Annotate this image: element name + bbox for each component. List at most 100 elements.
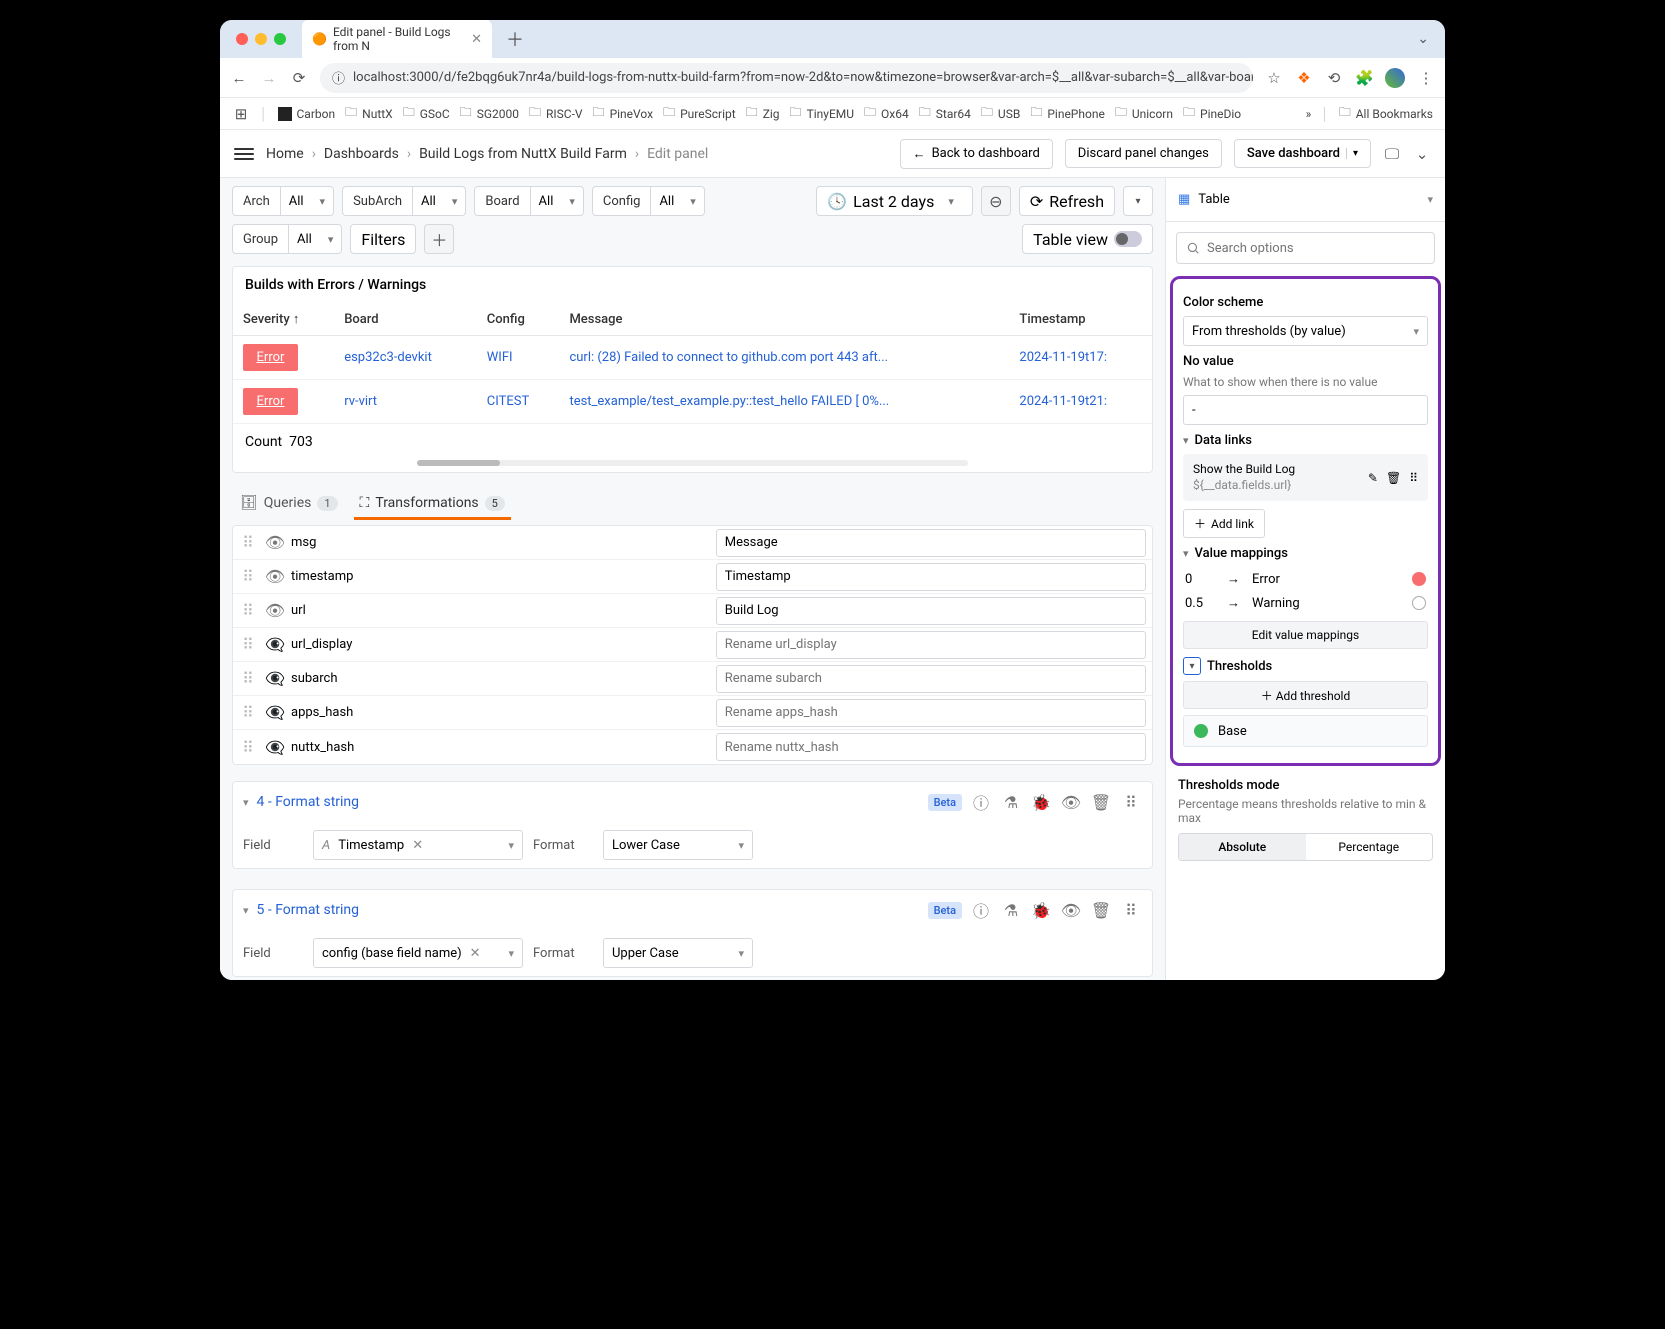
transform-title[interactable]: 4 - Format string [257,794,920,810]
star-icon[interactable]: ☆ [1265,69,1283,87]
add-link-button[interactable]: ＋ Add link [1183,509,1265,538]
drag-handle-icon[interactable]: ⠿ [233,635,263,654]
threshold-base[interactable]: Base [1183,715,1428,747]
tab-queries[interactable]: 🗄Queries1 [238,487,340,519]
search-options-input[interactable] [1176,232,1435,264]
back-to-dashboard-button[interactable]: ← Back to dashboard [900,139,1053,169]
field-select[interactable]: ATimestamp✕▾ [313,830,523,860]
cell-board[interactable]: rv-virt [344,394,377,409]
tab-list-button[interactable]: ⌄ [1409,31,1437,47]
reload-icon[interactable]: ⟳ [290,69,308,87]
all-bookmarks[interactable]: 🗀 All Bookmarks [1339,103,1433,124]
col-severity[interactable]: Severity ↑ [233,303,334,336]
horizontal-scrollbar[interactable] [417,460,968,466]
var-board[interactable]: BoardAll▾ [474,186,584,216]
bookmark-sg2000[interactable]: 🗀 SG2000 [460,103,519,124]
drag-handle-icon[interactable]: ⠿ [233,703,263,722]
site-info-icon[interactable]: ⓘ [332,68,345,87]
transform-title[interactable]: 5 - Format string [257,902,920,918]
seg-percentage[interactable]: Percentage [1306,834,1433,860]
crumb-dashboards[interactable]: Dashboards [324,146,399,162]
table-view-toggle[interactable]: Table view [1022,224,1153,254]
seg-absolute[interactable]: Absolute [1179,834,1306,860]
eye-icon[interactable]: 👁 [1060,901,1082,920]
bookmark-ox64[interactable]: 🗀 Ox64 [864,103,909,124]
menu-icon[interactable] [234,144,254,164]
new-tab-button[interactable]: ＋ [500,26,530,52]
eye-icon[interactable]: 👁 [1060,793,1082,812]
crumb-dashboard-title[interactable]: Build Logs from NuttX Build Farm [419,146,627,162]
zoom-out-icon[interactable]: ⊖ [981,186,1011,216]
field-select[interactable]: config (base field name)✕▾ [313,938,523,968]
info-icon[interactable]: ⓘ [970,790,992,814]
url-field[interactable]: ⓘ localhost:3000/d/fe2bqg6uk7nr4a/build-… [320,63,1253,93]
bookmark-pinephone[interactable]: 🗀 PinePhone [1030,103,1105,124]
drag-handle-icon[interactable]: ⠿ [1409,471,1418,485]
filter-icon[interactable]: ⚗ [1000,901,1022,920]
edit-icon[interactable]: ✎ [1368,471,1378,485]
rename-input[interactable] [716,665,1146,693]
rename-input[interactable] [716,597,1146,625]
format-select[interactable]: Upper Case▾ [603,938,753,968]
color-swatch[interactable] [1412,596,1426,610]
bug-icon[interactable]: 🐞 [1030,901,1052,920]
rename-input[interactable] [716,733,1146,761]
drag-handle-icon[interactable]: ⠿ [233,601,263,620]
add-threshold-button[interactable]: ＋ Add threshold [1183,681,1428,709]
no-value-input[interactable] [1183,395,1428,425]
bookmark-riscv[interactable]: 🗀 RISC-V [529,103,583,124]
chevron-down-icon[interactable]: ▾ [243,904,249,917]
rename-input[interactable] [716,699,1146,727]
cell-timestamp[interactable]: 2024-11-19t21: [1019,394,1107,409]
data-links-header[interactable]: ▾Data links [1183,433,1428,448]
bookmark-unicorn[interactable]: 🗀 Unicorn [1115,103,1173,124]
col-timestamp[interactable]: Timestamp [1009,303,1152,336]
bookmark-purescript[interactable]: 🗀 PureScript [663,103,736,124]
eye-icon[interactable]: 👁 [263,533,287,552]
trash-icon[interactable]: 🗑 [1386,471,1401,485]
close-tab-icon[interactable]: ✕ [471,32,482,47]
bookmark-pinevox[interactable]: 🗀 PineVox [593,103,654,124]
save-dashboard-button[interactable]: Save dashboard ▾ [1234,139,1371,168]
profile-avatar[interactable] [1385,68,1405,88]
monitor-icon[interactable]: 🖵 [1383,145,1401,163]
browser-tab[interactable]: 🟠 Edit panel - Build Logs from N ✕ [302,20,492,59]
cell-timestamp[interactable]: 2024-11-19t17: [1019,350,1107,365]
forward-icon[interactable]: → [260,69,278,87]
drag-handle-icon[interactable]: ⠿ [1120,793,1142,812]
bookmarks-overflow[interactable]: » [1306,107,1312,121]
eye-off-icon[interactable]: 👁‍🗨 [263,669,287,688]
extensions-icon[interactable]: 🧩 [1355,69,1373,87]
kebab-menu-icon[interactable]: ⋮ [1417,69,1435,87]
thresholds-mode-segment[interactable]: Absolute Percentage [1178,833,1433,861]
color-swatch[interactable] [1194,724,1208,738]
drag-handle-icon[interactable]: ⠿ [1120,901,1142,920]
refresh-button[interactable]: ⟳ Refresh [1019,186,1115,216]
col-config[interactable]: Config [477,303,560,336]
trash-icon[interactable]: 🗑 [1090,901,1112,920]
minimize-window-icon[interactable] [255,33,267,45]
value-mappings-header[interactable]: ▾Value mappings [1183,546,1428,561]
cell-board[interactable]: esp32c3-devkit [344,350,432,365]
eye-off-icon[interactable]: 👁‍🗨 [263,703,287,722]
rename-input[interactable] [716,563,1146,591]
bookmark-pinedio[interactable]: 🗀 PineDio [1183,103,1241,124]
back-icon[interactable]: ← [230,69,248,87]
trash-icon[interactable]: 🗑 [1090,793,1112,812]
edit-mappings-button[interactable]: Edit value mappings [1183,621,1428,649]
discard-button[interactable]: Discard panel changes [1065,139,1222,168]
bookmark-carbon[interactable]: Carbon [278,107,336,121]
rename-input[interactable] [716,529,1146,557]
var-subarch[interactable]: SubArchAll▾ [342,186,466,216]
filter-icon[interactable]: ⚗ [1000,793,1022,812]
var-config[interactable]: ConfigAll▾ [592,186,705,216]
drag-handle-icon[interactable]: ⠿ [233,533,263,552]
eye-off-icon[interactable]: 👁‍🗨 [263,738,287,757]
visualization-picker[interactable]: ▦ Table ▾ [1166,178,1445,222]
var-group[interactable]: GroupAll▾ [232,224,342,254]
add-filter-button[interactable]: ＋ [424,224,454,254]
info-icon[interactable]: ⓘ [970,898,992,922]
cell-config[interactable]: CITEST [487,394,529,409]
col-message[interactable]: Message [559,303,1009,336]
bookmark-gsoc[interactable]: 🗀 GSoC [403,103,450,124]
